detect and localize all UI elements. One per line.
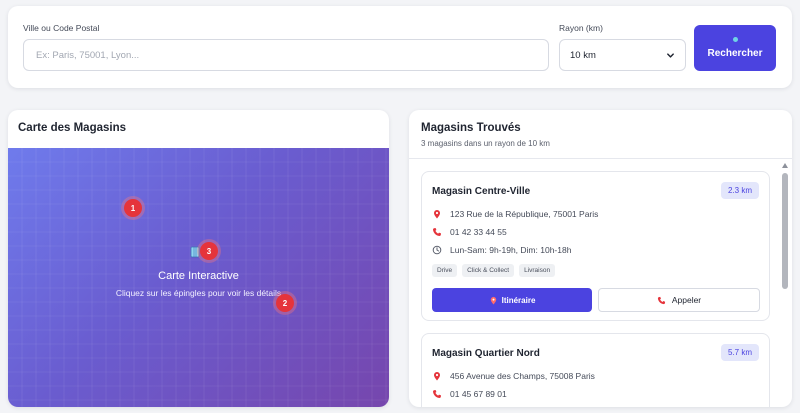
call-button-label: Appeler — [671, 295, 702, 305]
city-input[interactable] — [23, 39, 549, 71]
service-tag: Livraison — [519, 264, 556, 277]
store-card[interactable]: Magasin Centre-Ville 2.3 km 123 Rue de l… — [421, 171, 770, 321]
store-phone-row: 01 42 33 44 55 — [432, 227, 507, 237]
map-panel: Carte des Magasins Carte Interactive Cli… — [8, 110, 389, 407]
store-address: 123 Rue de la République, 75001 Paris — [450, 209, 599, 219]
store-phone: 01 42 33 44 55 — [450, 227, 507, 237]
route-button[interactable]: Itinéraire — [432, 288, 592, 312]
map-pin-icon — [490, 296, 496, 305]
route-button-label: Itinéraire — [501, 295, 536, 305]
store-phone: 01 45 67 89 01 — [450, 389, 507, 399]
phone-icon — [433, 228, 441, 236]
scrollbar-thumb[interactable] — [782, 173, 788, 289]
chevron-down-icon — [667, 52, 674, 58]
distance-badge: 2.3 km — [720, 182, 759, 199]
store-address: 456 Avenue des Champs, 75008 Paris — [450, 371, 595, 381]
clock-icon — [432, 245, 442, 255]
map-pin-2[interactable]: 2 — [276, 294, 294, 312]
service-tag: Click & Collect — [462, 264, 515, 277]
radius-selected-value: 10 km — [570, 49, 596, 61]
loading-dot-icon — [732, 37, 738, 42]
store-name: Magasin Quartier Nord — [432, 348, 540, 359]
service-tag: Drive — [432, 264, 458, 277]
store-address-row: 456 Avenue des Champs, 75008 Paris — [432, 371, 595, 381]
radius-select[interactable]: 10 km — [559, 39, 686, 71]
city-field-label: Ville ou Code Postal — [23, 23, 100, 33]
map-pin-3[interactable]: 3 — [200, 242, 218, 260]
store-phone-row: 01 45 67 89 01 — [432, 389, 507, 399]
store-name: Magasin Centre-Ville — [432, 186, 531, 197]
map-icon — [190, 246, 200, 258]
call-button[interactable]: Appeler — [598, 288, 760, 312]
map-instructions: Cliquez sur les épingles pour voir les d… — [115, 288, 282, 298]
phone-icon — [657, 296, 665, 304]
store-card[interactable]: Magasin Quartier Nord 5.7 km 456 Avenue … — [421, 333, 770, 407]
interactive-map[interactable]: Carte Interactive Cliquez sur les épingl… — [8, 148, 389, 407]
radius-field-label: Rayon (km) — [559, 23, 603, 33]
map-pin-icon — [434, 210, 440, 219]
store-hours: Lun-Sam: 9h-19h, Dim: 10h-18h — [450, 245, 572, 255]
stores-panel-title: Magasins Trouvés — [421, 122, 521, 134]
scroll-up-icon[interactable] — [782, 163, 788, 168]
store-hours-row: Lun-Sam: 9h-19h, Dim: 10h-18h — [432, 245, 571, 255]
store-list-scrollbar[interactable] — [780, 159, 790, 407]
map-pin-1[interactable]: 1 — [124, 199, 142, 217]
stores-panel: Magasins Trouvés 3 magasins dans un rayo… — [409, 110, 792, 407]
stores-count-text: 3 magasins dans un rayon de 10 km — [421, 139, 550, 148]
search-button-label: Rechercher — [707, 48, 763, 59]
map-panel-title: Carte des Magasins — [18, 122, 127, 134]
search-panel: Ville ou Code Postal Rayon (km) 10 km Re… — [8, 6, 792, 88]
store-list[interactable]: Magasin Centre-Ville 2.3 km 123 Rue de l… — [409, 159, 779, 407]
store-address-row: 123 Rue de la République, 75001 Paris — [432, 209, 598, 219]
distance-badge: 5.7 km — [720, 344, 759, 361]
phone-icon — [433, 390, 441, 398]
search-button[interactable]: Rechercher — [694, 25, 776, 71]
map-pin-icon — [434, 372, 440, 381]
store-services: Drive Click & Collect Livraison — [432, 264, 556, 277]
map-heading: Carte Interactive — [158, 270, 239, 282]
